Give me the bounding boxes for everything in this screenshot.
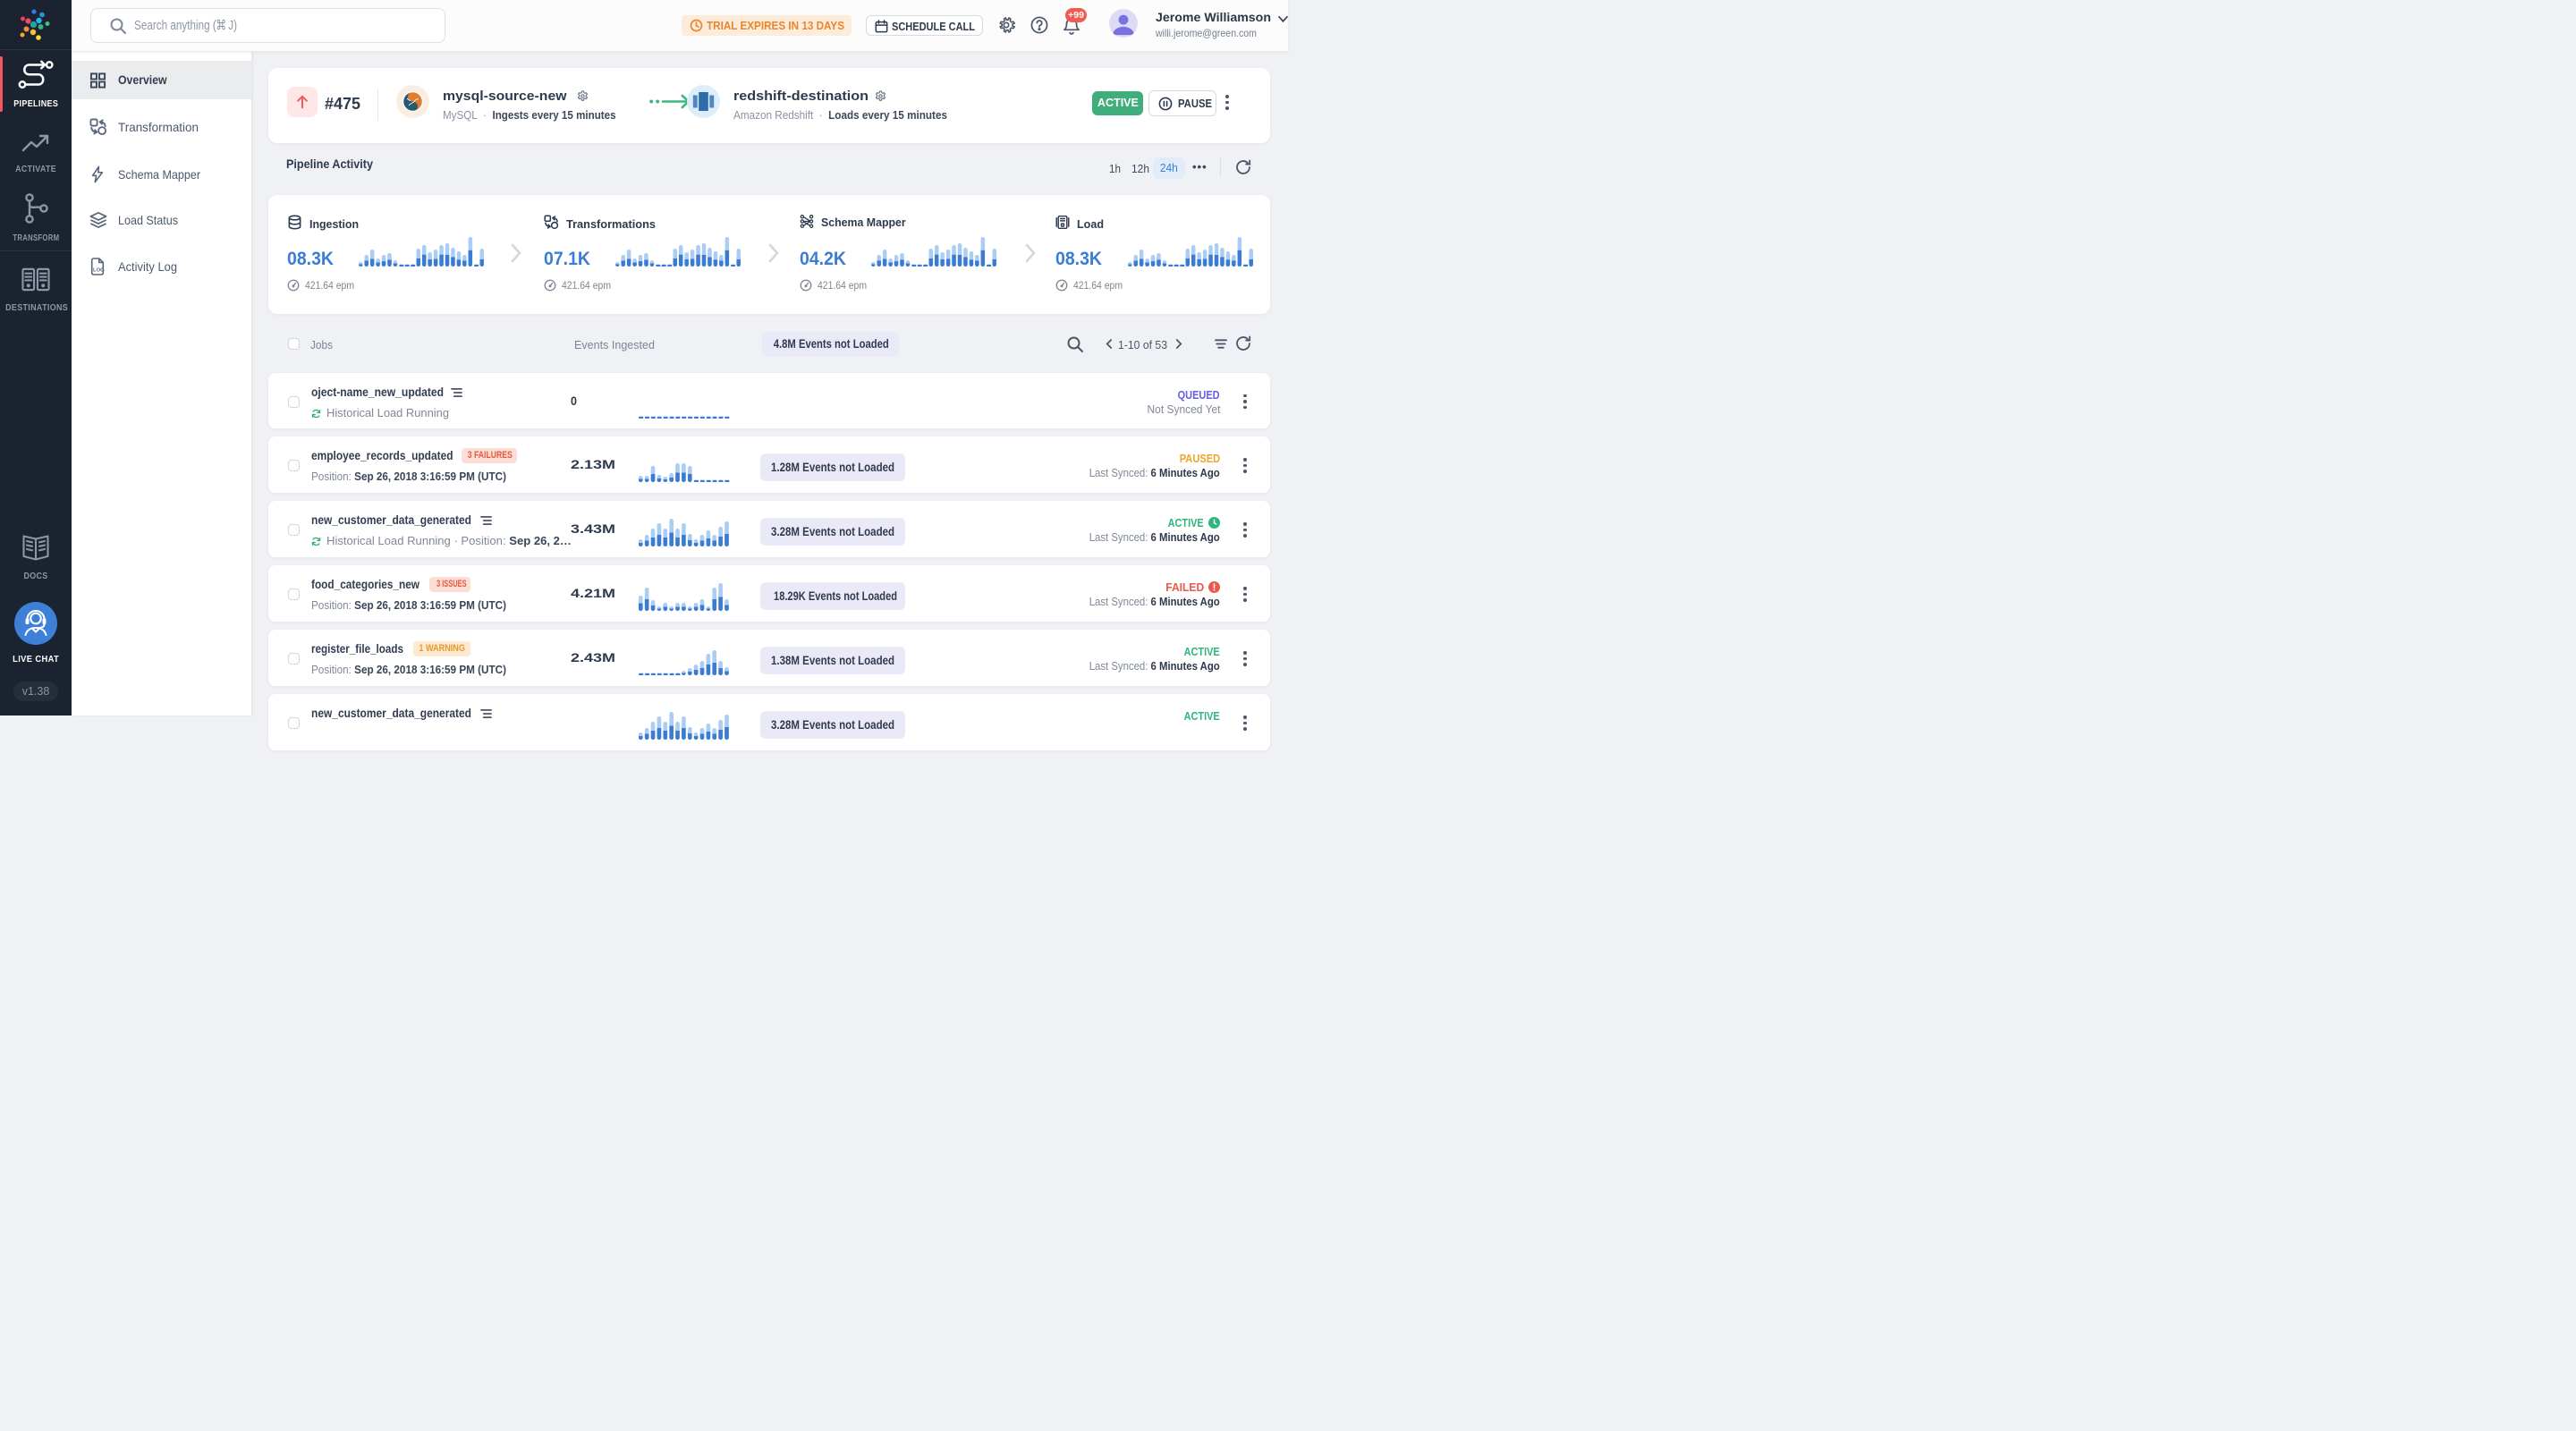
svg-text:LOG: LOG <box>93 267 105 273</box>
